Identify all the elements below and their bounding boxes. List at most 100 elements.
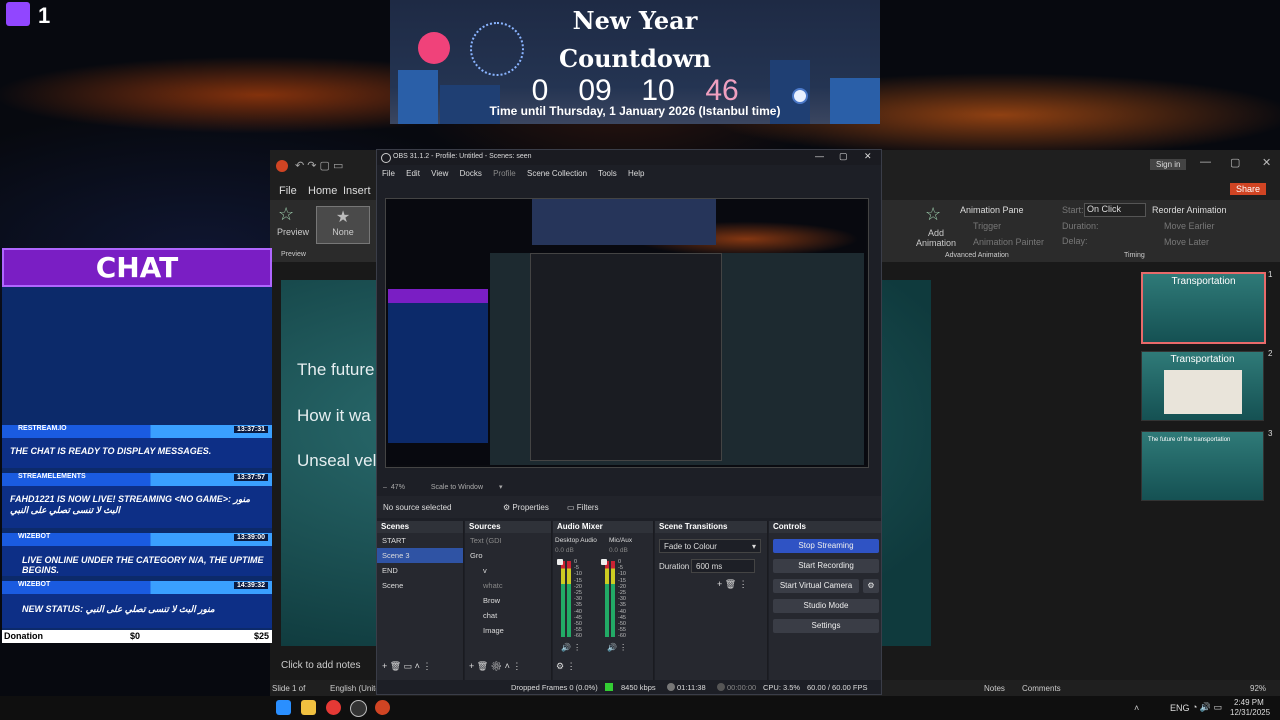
- mixer-toolbar[interactable]: ⚙ ⋮: [556, 661, 576, 672]
- transition-buttons[interactable]: + 🗑 ⋮: [717, 579, 748, 590]
- move-later-button[interactable]: Move Later: [1164, 237, 1209, 247]
- source-item[interactable]: Text (GDI: [465, 533, 551, 548]
- maximize-button[interactable]: ▢: [1230, 156, 1240, 169]
- scene-item[interactable]: Scene: [377, 578, 463, 593]
- quick-access-icons[interactable]: ↶ ↷ ▢ ▭: [295, 159, 343, 172]
- countdown-hours: 09: [578, 74, 612, 107]
- slide-title[interactable]: The future: [297, 360, 375, 380]
- obs-icon: [381, 153, 391, 163]
- start-virtual-camera-button[interactable]: Start Virtual Camera: [773, 579, 859, 593]
- trigger-button[interactable]: Trigger: [973, 221, 1001, 231]
- source-group[interactable]: Gro: [465, 548, 551, 563]
- clock-date[interactable]: 12/31/2025: [1230, 708, 1270, 717]
- minimize-button[interactable]: —: [1200, 156, 1211, 168]
- network-icon[interactable]: ◔ 🔊 ▭: [1192, 702, 1222, 713]
- share-button[interactable]: Share: [1230, 183, 1267, 195]
- filters-label: Filters: [576, 503, 599, 512]
- start-select[interactable]: On Click: [1084, 203, 1146, 217]
- comments-button[interactable]: Comments: [1022, 684, 1061, 693]
- add-animation-button[interactable]: Add Animation: [910, 228, 962, 248]
- slide-line[interactable]: How it wa: [297, 406, 371, 426]
- mic-volume-slider[interactable]: [601, 559, 607, 565]
- tab-home[interactable]: Home: [308, 185, 337, 197]
- transition-select[interactable]: Fade to Colour ▾: [659, 539, 761, 553]
- menu-docks[interactable]: Docks: [460, 169, 482, 178]
- virtual-camera-settings-button[interactable]: ⚙: [863, 579, 879, 593]
- notes-field[interactable]: Click to add notes: [281, 660, 361, 671]
- animation-none-button[interactable]: ★ None: [316, 206, 370, 244]
- close-button[interactable]: ✕: [1262, 156, 1271, 169]
- filters-button[interactable]: ▭ Filters: [567, 503, 599, 512]
- slide-line[interactable]: Unseal vel: [297, 451, 376, 471]
- menu-profile[interactable]: Profile: [493, 169, 516, 178]
- desktop-volume-meter: [561, 561, 565, 637]
- powerpoint-taskbar-icon[interactable]: [375, 700, 390, 715]
- zoom-level[interactable]: 92%: [1250, 684, 1266, 693]
- menu-view[interactable]: View: [431, 169, 448, 178]
- language-indicator[interactable]: English (Unite: [330, 684, 380, 693]
- transition-type: Fade to Colour: [664, 542, 717, 551]
- desktop-audio-label: Desktop Audio: [555, 537, 597, 544]
- source-item[interactable]: Image: [465, 623, 551, 638]
- menu-tools[interactable]: Tools: [598, 169, 617, 178]
- preview-button[interactable]: Preview: [277, 227, 309, 237]
- settings-button[interactable]: Settings: [773, 619, 879, 633]
- studio-mode-button[interactable]: Studio Mode: [773, 599, 879, 613]
- sign-in-button[interactable]: Sign in: [1150, 159, 1187, 170]
- preview-nested-obs: [530, 253, 722, 461]
- menu-scene-collection[interactable]: Scene Collection: [527, 169, 587, 178]
- menu-help[interactable]: Help: [628, 169, 644, 178]
- source-item[interactable]: chat: [465, 608, 551, 623]
- preview-zoom[interactable]: –47% Scale to Window ▾: [383, 483, 502, 491]
- animation-pane-button[interactable]: Animation Pane: [960, 205, 1024, 215]
- notes-button[interactable]: Notes: [984, 684, 1005, 693]
- tab-file[interactable]: File: [279, 185, 297, 197]
- live-time: 01:11:38: [677, 683, 706, 692]
- chevron-up-icon[interactable]: ˄: [1134, 703, 1139, 713]
- source-item[interactable]: Brow: [465, 593, 551, 608]
- countdown-overlay: New Year Countdown 0 09 10 46 Time until…: [390, 0, 880, 124]
- menu-edit[interactable]: Edit: [406, 169, 420, 178]
- chat-header: CHAT: [2, 248, 272, 287]
- maximize-button[interactable]: ▢: [839, 151, 848, 162]
- chrome-icon[interactable]: [326, 700, 341, 715]
- windows-start-icon[interactable]: [276, 700, 291, 715]
- slide-thumbnail-3[interactable]: The future of the transportation: [1141, 431, 1264, 501]
- chat-message-header: WIZEBOT 14:39:32: [2, 581, 272, 594]
- scene-item[interactable]: END: [377, 563, 463, 578]
- animation-painter-button[interactable]: Animation Painter: [973, 237, 1044, 247]
- obs-preview[interactable]: [385, 198, 869, 468]
- sources-header: Sources: [465, 521, 551, 533]
- desktop-audio-mute-button[interactable]: 🔊 ⋮: [561, 643, 581, 652]
- tab-insert[interactable]: Insert: [343, 185, 371, 197]
- move-earlier-button[interactable]: Move Earlier: [1164, 221, 1215, 231]
- language-indicator[interactable]: ENG: [1170, 703, 1190, 713]
- countdown-days: 0: [531, 74, 549, 107]
- file-explorer-icon[interactable]: [301, 700, 316, 715]
- stop-streaming-button[interactable]: Stop Streaming: [773, 539, 879, 553]
- slide-number: 2: [1268, 349, 1273, 358]
- mic-mute-button[interactable]: 🔊 ⋮: [607, 643, 627, 652]
- source-toolbar-buttons[interactable]: + 🗑 ⚙ ˄ ⋮: [469, 661, 521, 672]
- source-item[interactable]: whatc: [465, 578, 551, 593]
- audio-mixer-header: Audio Mixer: [553, 521, 653, 533]
- slide-thumbnail-1[interactable]: Transportation: [1141, 272, 1266, 344]
- close-button[interactable]: ✕: [864, 151, 872, 162]
- scene-item-selected[interactable]: Scene 3: [377, 548, 463, 563]
- slide-thumbnail-2[interactable]: Transportation: [1141, 351, 1264, 421]
- start-recording-button[interactable]: Start Recording: [773, 559, 879, 573]
- minimize-button[interactable]: —: [815, 151, 824, 161]
- properties-button[interactable]: ⚙ Properties: [503, 503, 549, 512]
- thumb-title: The future of the transportation: [1148, 437, 1231, 443]
- obs-taskbar-icon[interactable]: [350, 700, 367, 717]
- clock-time[interactable]: 2:49 PM: [1234, 698, 1264, 707]
- source-item[interactable]: v: [465, 563, 551, 578]
- scene-item[interactable]: START: [377, 533, 463, 548]
- scale-mode[interactable]: Scale to Window: [431, 484, 483, 491]
- duration-input[interactable]: 600 ms: [691, 559, 755, 573]
- scene-toolbar[interactable]: + 🗑 ▭ ˄ ⋮: [382, 661, 431, 672]
- chat-username: WIZEBOT: [18, 581, 51, 588]
- properties-label: Properties: [512, 503, 549, 512]
- menu-file[interactable]: File: [382, 169, 395, 178]
- desktop-volume-slider[interactable]: [557, 559, 563, 565]
